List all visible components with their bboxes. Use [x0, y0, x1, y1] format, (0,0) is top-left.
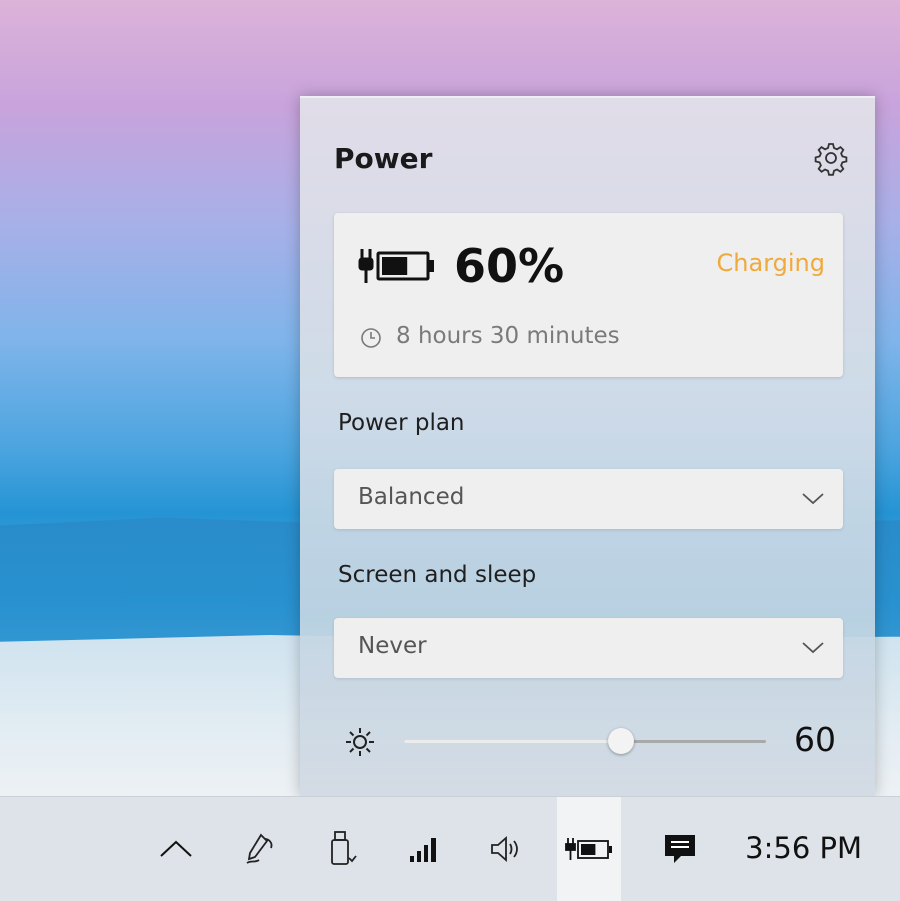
power-plan-value: Balanced [358, 484, 465, 510]
battery-card: 60% Charging 8 hours 30 minutes [334, 213, 843, 377]
screen-sleep-value: Never [358, 633, 427, 659]
taskbar: 3:56 PM [0, 796, 900, 901]
signal-icon[interactable] [392, 797, 456, 901]
volume-icon[interactable] [474, 797, 538, 901]
chevron-up-icon[interactable] [144, 797, 208, 901]
notification-icon[interactable] [648, 797, 712, 901]
slider-thumb[interactable] [608, 728, 635, 754]
power-plan-label: Power plan [338, 410, 465, 436]
chevron-down-icon [802, 642, 824, 654]
battery-tray-button[interactable] [557, 797, 621, 901]
battery-percentage: 60% [454, 239, 565, 293]
slider-fill [404, 740, 622, 743]
charging-status: Charging [716, 249, 825, 277]
brightness-slider[interactable] [404, 724, 766, 760]
usb-icon[interactable] [310, 797, 374, 901]
power-plan-dropdown[interactable]: Balanced [334, 469, 843, 529]
gear-icon[interactable] [813, 140, 849, 176]
taskbar-clock[interactable]: 3:56 PM [745, 831, 862, 865]
clock-icon [361, 328, 381, 348]
brightness-value: 60 [794, 720, 836, 759]
time-remaining: 8 hours 30 minutes [396, 323, 620, 349]
screen-sleep-dropdown[interactable]: Never [334, 618, 843, 678]
screen-sleep-label: Screen and sleep [338, 562, 537, 588]
battery-charging-icon [565, 838, 612, 860]
pen-icon[interactable] [228, 797, 292, 901]
brightness-icon [346, 728, 374, 756]
power-flyout: Power 60% Charging 8 hours 30 minutes Po… [300, 96, 875, 796]
panel-title: Power [334, 142, 433, 175]
battery-charging-icon [358, 249, 434, 283]
chevron-down-icon [802, 493, 824, 505]
